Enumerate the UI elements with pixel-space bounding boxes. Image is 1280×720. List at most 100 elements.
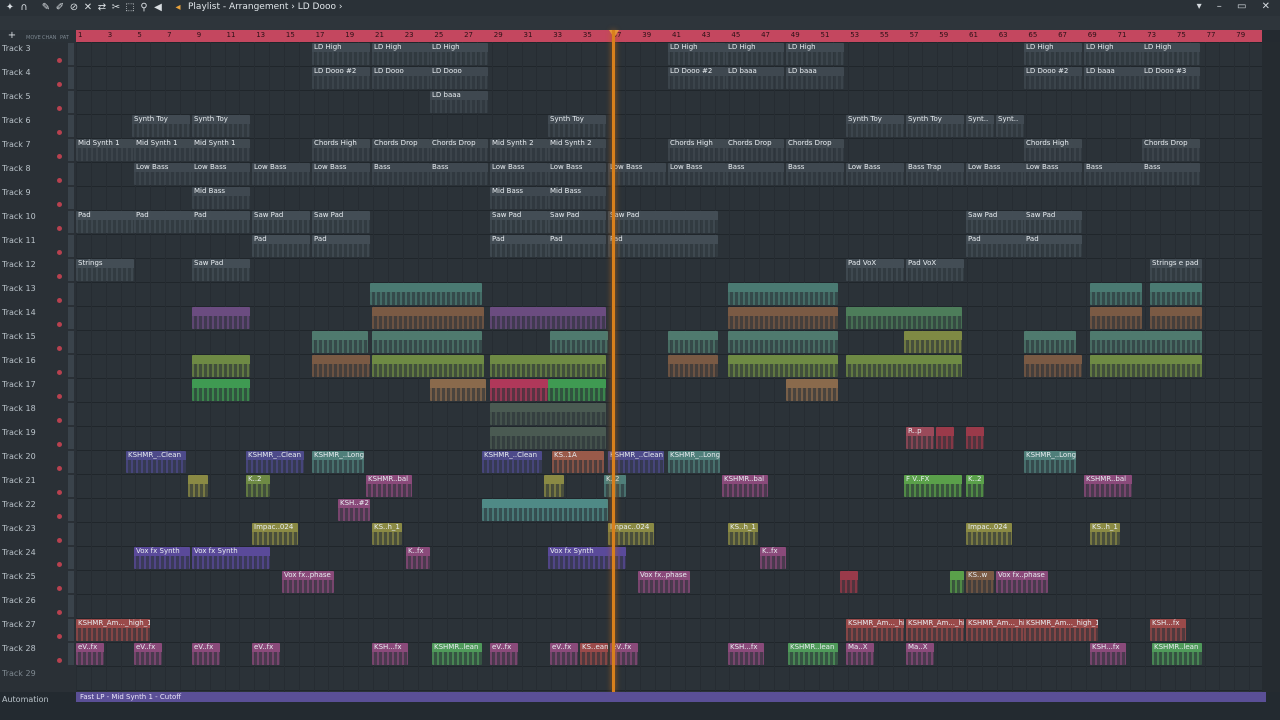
pattern-clip[interactable]: Low Bass xyxy=(668,163,726,185)
track-label[interactable]: Track 11 xyxy=(2,236,36,245)
pattern-clip[interactable] xyxy=(668,355,718,377)
track-mute-strip[interactable] xyxy=(68,307,74,329)
pattern-clip[interactable]: KSHMR_..Long xyxy=(668,451,720,473)
pattern-clip[interactable]: Saw Pad xyxy=(312,211,370,233)
pattern-clip[interactable]: KS..1A xyxy=(552,451,604,473)
track-label[interactable]: Track 26 xyxy=(2,596,36,605)
pattern-clip[interactable]: Pad xyxy=(252,235,310,257)
pattern-clip[interactable] xyxy=(1150,283,1202,305)
pattern-clip[interactable]: Chords Drop xyxy=(430,139,488,161)
pattern-clip[interactable]: Vox fx..phase xyxy=(638,571,690,593)
pencil-icon[interactable]: ✎ xyxy=(40,2,52,14)
pattern-clip[interactable]: eV..fx xyxy=(134,643,162,665)
track-record-icon[interactable] xyxy=(57,490,62,495)
pattern-clip[interactable]: LD Dooo #2 xyxy=(1024,67,1082,89)
pattern-clip[interactable] xyxy=(728,283,838,305)
pattern-clip[interactable]: LD Dooo #2 xyxy=(668,67,726,89)
pattern-clip[interactable]: KSHMR_Am..._hig xyxy=(846,619,904,641)
track-label-29[interactable]: Track 29 xyxy=(2,669,36,678)
pattern-clip[interactable]: Synth Toy xyxy=(192,115,250,137)
speaker-icon[interactable]: ◀ xyxy=(152,2,164,14)
pattern-clip[interactable]: KSH..#2 xyxy=(338,499,370,521)
pattern-clip[interactable]: Mid Synth 1 xyxy=(134,139,192,161)
track-mute-strip[interactable] xyxy=(68,67,74,89)
pattern-clip[interactable] xyxy=(192,307,250,329)
pattern-clip[interactable]: Bass Trap xyxy=(906,163,964,185)
pattern-clip[interactable] xyxy=(840,571,858,593)
pattern-clip[interactable]: LD High xyxy=(668,43,726,65)
pattern-clip[interactable]: Bass xyxy=(786,163,844,185)
pattern-clip[interactable]: F V..FX xyxy=(904,475,962,497)
track-record-icon[interactable] xyxy=(57,106,62,111)
pat-label[interactable]: PAT xyxy=(60,35,69,41)
pattern-clip[interactable]: Vox fx..phase xyxy=(282,571,334,593)
track-record-icon[interactable] xyxy=(57,514,62,519)
pattern-clip[interactable]: Bass xyxy=(430,163,488,185)
track-record-icon[interactable] xyxy=(57,130,62,135)
pattern-clip[interactable]: Bass xyxy=(726,163,784,185)
pattern-clip[interactable]: Low Bass xyxy=(608,163,666,185)
pattern-clip[interactable]: K..2 xyxy=(604,475,626,497)
track-record-icon[interactable] xyxy=(57,178,62,183)
pattern-clip[interactable]: eV..fx xyxy=(252,643,280,665)
playlist-grid[interactable]: LD High LD High LD High LD High LD High LD Hi… xyxy=(76,42,1262,692)
track-mute-strip[interactable] xyxy=(68,187,74,209)
pattern-clip[interactable]: Strings xyxy=(76,259,134,281)
pattern-clip[interactable]: Strings e pad xyxy=(1150,259,1202,281)
pattern-clip[interactable]: LD baaa xyxy=(430,91,488,113)
pattern-clip[interactable] xyxy=(372,307,484,329)
track-record-icon[interactable] xyxy=(57,610,62,615)
pattern-clip[interactable]: Low Bass xyxy=(1024,163,1082,185)
track-mute-strip[interactable] xyxy=(68,475,74,497)
pattern-clip[interactable]: KS..ean xyxy=(580,643,608,665)
pattern-clip[interactable]: Chords High xyxy=(1024,139,1082,161)
pattern-clip[interactable]: Low Bass xyxy=(192,163,250,185)
window-controls[interactable]: ▾ – ▭ ✕ xyxy=(1197,1,1276,12)
pattern-clip[interactable]: KSHMR_..Long xyxy=(1024,451,1076,473)
pattern-clip[interactable]: Low Bass xyxy=(252,163,310,185)
track-label[interactable]: Track 6 xyxy=(2,116,31,125)
pattern-clip[interactable]: K..fx xyxy=(760,547,786,569)
pattern-clip[interactable]: Saw Pad xyxy=(966,211,1024,233)
track-label[interactable]: Track 5 xyxy=(2,92,31,101)
pattern-clip[interactable]: LD High xyxy=(1024,43,1082,65)
pattern-clip[interactable] xyxy=(490,307,606,329)
track-label[interactable]: Track 25 xyxy=(2,572,36,581)
pattern-clip[interactable]: LD High xyxy=(372,43,430,65)
pattern-clip[interactable]: Mid Synth 1 xyxy=(192,139,250,161)
pattern-clip[interactable]: LD baaa xyxy=(726,67,784,89)
playhead[interactable] xyxy=(612,30,615,692)
pattern-clip[interactable] xyxy=(846,307,962,329)
pattern-clip[interactable]: Synth Toy xyxy=(846,115,904,137)
arrow-icon[interactable]: ◂ xyxy=(172,2,184,14)
pattern-clip[interactable]: KSHMR_..Clean xyxy=(482,451,542,473)
pattern-clip[interactable] xyxy=(550,331,608,353)
track-mute-strip[interactable] xyxy=(68,523,74,545)
track-record-icon[interactable] xyxy=(57,274,62,279)
track-mute-strip[interactable] xyxy=(68,211,74,233)
pattern-clip[interactable] xyxy=(490,427,606,449)
brush-icon[interactable]: ✐ xyxy=(54,2,66,14)
pattern-clip[interactable] xyxy=(1090,283,1142,305)
pattern-clip[interactable]: Mid Bass xyxy=(490,187,548,209)
pattern-clip[interactable] xyxy=(548,379,606,401)
pattern-clip[interactable] xyxy=(786,379,838,401)
pattern-clip[interactable]: Bass xyxy=(1142,163,1200,185)
pattern-clip[interactable] xyxy=(728,355,838,377)
pattern-clip[interactable]: Pad xyxy=(490,235,548,257)
pattern-clip[interactable]: Impac..024 xyxy=(252,523,298,545)
track-mute-strip[interactable] xyxy=(68,619,74,641)
pattern-clip[interactable]: Pad xyxy=(134,211,192,233)
pattern-clip[interactable] xyxy=(1090,307,1142,329)
pattern-clip[interactable]: Synt.. xyxy=(966,115,994,137)
pattern-clip[interactable]: Low Bass xyxy=(548,163,606,185)
track-mute-strip[interactable] xyxy=(68,499,74,521)
track-mute-strip[interactable] xyxy=(68,43,74,65)
add-icon[interactable]: ✦ xyxy=(4,2,16,14)
track-record-icon[interactable] xyxy=(57,658,62,663)
magnet-icon[interactable]: ∩ xyxy=(18,2,30,14)
track-label[interactable]: Track 3 xyxy=(2,44,31,53)
pattern-clip[interactable]: LD Dooo xyxy=(372,67,430,89)
track-record-icon[interactable] xyxy=(57,154,62,159)
track-label[interactable]: Track 16 xyxy=(2,356,36,365)
